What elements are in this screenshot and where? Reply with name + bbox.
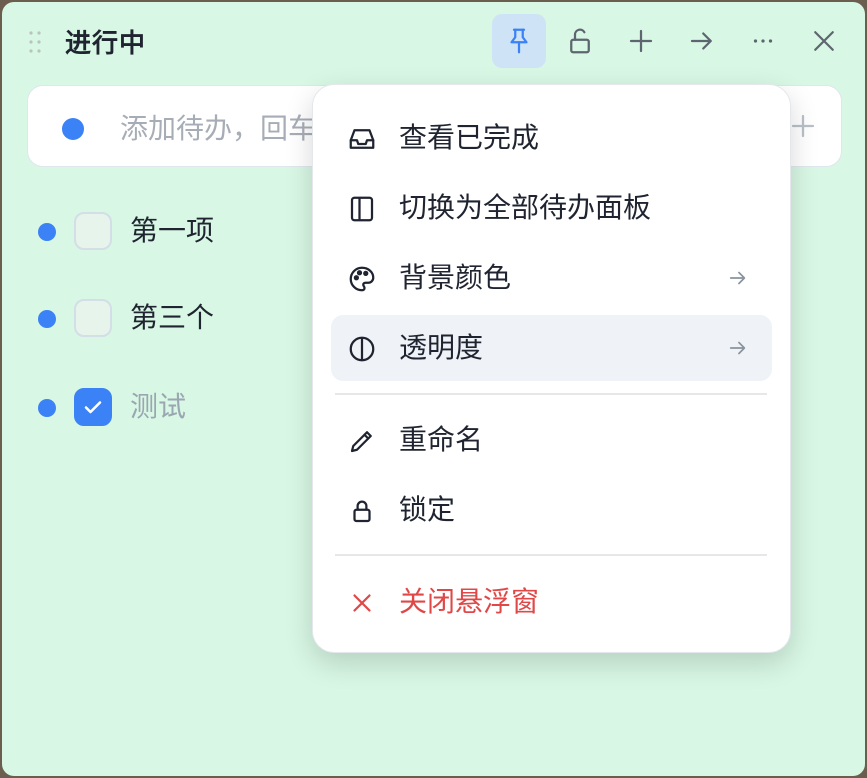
priority-dot xyxy=(38,310,56,328)
todo-checkbox[interactable] xyxy=(74,299,112,337)
menu-item-background-color[interactable]: 背景颜色 xyxy=(331,245,772,311)
pencil-icon xyxy=(350,431,372,453)
drag-handle-icon[interactable] xyxy=(28,30,42,54)
menu-item-label: 重命名 xyxy=(399,423,484,456)
todo-label: 第三个 xyxy=(130,301,215,334)
menu-item-switch-panel[interactable]: 切换为全部待办面板 xyxy=(331,175,772,241)
add-todo-input[interactable] xyxy=(118,104,322,152)
menu-item-view-completed[interactable]: 查看已完成 xyxy=(331,105,772,171)
inbox-icon xyxy=(349,129,375,149)
todo-checkbox[interactable] xyxy=(74,212,112,250)
priority-dot[interactable] xyxy=(62,118,84,140)
menu-item-label: 透明度 xyxy=(399,331,484,364)
menu-item-lock[interactable]: 锁定 xyxy=(331,477,772,543)
add-todo-submit-button[interactable] xyxy=(788,111,818,145)
plus-icon xyxy=(629,29,653,53)
menu-item-label: 查看已完成 xyxy=(399,121,540,154)
close-window-button[interactable] xyxy=(797,14,851,68)
menu-item-opacity[interactable]: 透明度 xyxy=(331,315,772,381)
close-icon xyxy=(353,594,371,612)
panel-icon xyxy=(350,196,374,222)
lock-icon xyxy=(353,500,371,523)
priority-dot xyxy=(38,223,56,241)
arrow-right-icon xyxy=(729,271,746,285)
add-button[interactable] xyxy=(614,14,668,68)
menu-item-label: 关闭悬浮窗 xyxy=(399,585,540,618)
priority-dot xyxy=(38,399,56,417)
contrast-icon xyxy=(349,336,375,362)
pin-button[interactable] xyxy=(492,14,546,68)
todo-label: 第一项 xyxy=(130,214,215,247)
menu-separator xyxy=(335,554,767,556)
pin-icon xyxy=(510,28,528,54)
menu-separator xyxy=(335,393,767,395)
unlock-icon xyxy=(570,28,590,54)
menu-item-rename[interactable]: 重命名 xyxy=(331,407,772,473)
palette-icon xyxy=(349,266,375,292)
move-button[interactable] xyxy=(675,14,729,68)
context-menu: 查看已完成 切换为全部待办面板 背景颜色 透明度 重命名 锁定 关闭悬浮窗 xyxy=(312,84,791,653)
menu-item-label: 背景颜色 xyxy=(399,261,512,294)
window-title: 进行中 xyxy=(65,29,147,59)
check-icon xyxy=(84,401,102,414)
more-button[interactable] xyxy=(736,14,790,68)
close-icon xyxy=(814,31,834,51)
more-icon xyxy=(753,39,773,43)
todo-label: 测试 xyxy=(130,390,187,423)
window-header: 进行中 xyxy=(2,2,865,86)
unlock-button[interactable] xyxy=(553,14,607,68)
todo-checkbox-checked[interactable] xyxy=(74,388,112,426)
menu-item-label: 切换为全部待办面板 xyxy=(399,191,652,224)
plus-icon xyxy=(791,114,815,138)
menu-item-label: 锁定 xyxy=(399,493,456,526)
arrow-right-icon xyxy=(729,341,746,355)
menu-item-close-floating-window[interactable]: 关闭悬浮窗 xyxy=(331,569,772,635)
arrow-right-icon xyxy=(690,32,712,50)
